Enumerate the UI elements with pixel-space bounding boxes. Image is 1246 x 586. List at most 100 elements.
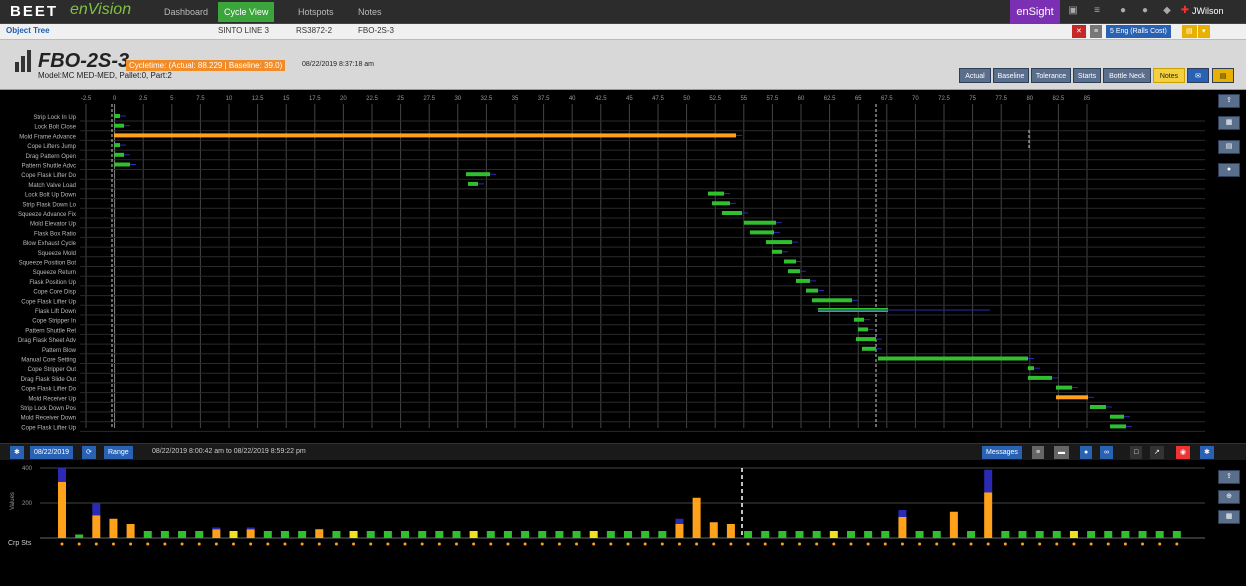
export2-button[interactable]: ⇪ [1218,470,1240,484]
status-dot [592,542,596,546]
bar-value [452,531,461,538]
row-label: Squeeze Return [33,270,76,276]
gantt-bar [708,191,724,196]
ensight-button[interactable]: enSight [1010,0,1060,24]
window-button[interactable]: □ [1130,446,1143,459]
row-label: Flask Position Up [29,280,76,286]
bar-value [503,531,512,538]
y-tick-label: 400 [22,466,33,472]
layers-button[interactable]: ▤ [1218,140,1240,154]
bar-value [1172,531,1181,538]
row-label: Lock Bolt Close [34,125,76,131]
gantt-bar [784,259,796,264]
bar-value [280,531,289,538]
bar-value [486,531,495,538]
model-info: Model:MC MED-MED, Pallet:0, Part:2 [38,71,172,80]
settings-button[interactable]: ▤ [1182,25,1197,38]
bar-value [109,518,118,538]
bar-value [160,531,169,538]
bar-value [726,524,735,538]
bar-value [1069,531,1078,538]
date-button[interactable]: 08/22/2019 [30,446,74,459]
table-button[interactable]: ▦ [1218,510,1240,524]
bar-value [178,531,187,538]
x-tick-label: 10 [226,96,233,102]
person-icon[interactable]: ● [1116,4,1130,18]
bar-value [75,534,84,538]
gear-icon[interactable]: ✱ [10,446,24,459]
bar-value [332,531,341,538]
status-dot [1141,542,1145,546]
notes-button[interactable]: Notes [1153,68,1185,83]
breadcrumb-station[interactable]: FBO-2S-3 [358,26,394,35]
alert-icon[interactable]: ✚ [1178,4,1192,18]
status-dot [1055,542,1059,546]
tab-hotspots[interactable]: Hotspots [292,3,340,21]
chart-button[interactable]: ▬ [1054,446,1069,459]
row-label: Cope Flask Lifter Up [21,299,76,305]
user-button[interactable]: ● [1218,163,1240,177]
colorwheel-button[interactable]: ◉ [1176,446,1191,459]
tab-notes[interactable]: Notes [352,3,388,21]
row-label: Pattern Shuttle Ret [25,328,76,334]
user-name[interactable]: JWilson [1192,6,1224,16]
bar-value [1104,531,1113,538]
bell-icon[interactable]: ◆ [1160,4,1174,18]
bar-value [383,531,392,538]
layers-icon[interactable]: ≡ [1090,4,1104,18]
tolerance-button[interactable]: Tolerance [1031,68,1071,83]
messages-button[interactable]: Messages [982,446,1022,459]
breadcrumb-machine[interactable]: RS3872-2 [296,26,332,35]
more-button[interactable]: ▾ [1198,25,1210,38]
view-button[interactable]: ▦ [1218,116,1240,130]
range-button[interactable]: Range [104,446,133,459]
status-dot [712,542,716,546]
status-dot [986,542,990,546]
x-tick-label: 35 [512,96,519,102]
gantt-icon-button[interactable]: ▤ [1212,68,1234,83]
bar-value [1155,531,1164,538]
link-button[interactable]: ∞ [1100,446,1113,459]
status-dot [472,542,476,546]
bottle-neck-button[interactable]: Bottle Neck [1103,68,1151,83]
user-icon[interactable]: ● [1138,4,1152,18]
status-dot [369,542,373,546]
tab-dashboard[interactable]: Dashboard [158,3,214,21]
status-dot [729,542,733,546]
baseline-button[interactable]: Baseline [993,68,1029,83]
export-button[interactable]: ⇪ [1218,94,1240,108]
status-dot [437,542,441,546]
tab-cycle-view[interactable]: Cycle View [218,2,275,22]
x-tick-label: 72.5 [938,96,950,102]
bar-overlay [246,527,255,530]
person-button[interactable]: ● [1080,446,1093,459]
eng-cost-button[interactable]: 5 Eng (Ralls Cost) [1106,25,1171,38]
object-tree-link[interactable]: Object Tree [6,26,50,35]
actual-button[interactable]: Actual [959,68,991,83]
row-label: Drag Flask Slide Out [21,377,77,383]
menu-button[interactable]: ≡ [1090,25,1103,38]
zoom-button[interactable]: ⊕ [1218,490,1240,504]
bar-value [675,524,684,538]
calendar-icon[interactable]: ▣ [1066,4,1080,18]
list-button[interactable]: ≡ [1032,446,1045,459]
gear2-button[interactable]: ✱ [1200,446,1214,459]
breadcrumb-line[interactable]: SINTO LINE 3 [218,26,269,35]
starts-button[interactable]: Starts [1073,68,1101,83]
breadcrumb-bar: Object Tree SINTO LINE 3 RS3872-2 FBO-2S… [0,24,1246,40]
row-label: Squeeze Position Bot [19,261,77,267]
status-dot [695,542,699,546]
status-dot [935,542,939,546]
status-dot [163,542,167,546]
bar-value [967,531,976,538]
x-tick-label: 5 [170,96,174,102]
status-dot [1123,542,1127,546]
bar-value [212,529,221,538]
x-tick-label: 75 [969,96,976,102]
row-label: Drag Pattern Open [26,154,76,160]
chat-button[interactable]: ✉ [1187,68,1209,83]
refresh-icon[interactable]: ⟳ [82,446,96,459]
trend-button[interactable]: ↗ [1150,446,1164,459]
close-button[interactable]: ✕ [1072,25,1086,38]
status-dot [386,542,390,546]
